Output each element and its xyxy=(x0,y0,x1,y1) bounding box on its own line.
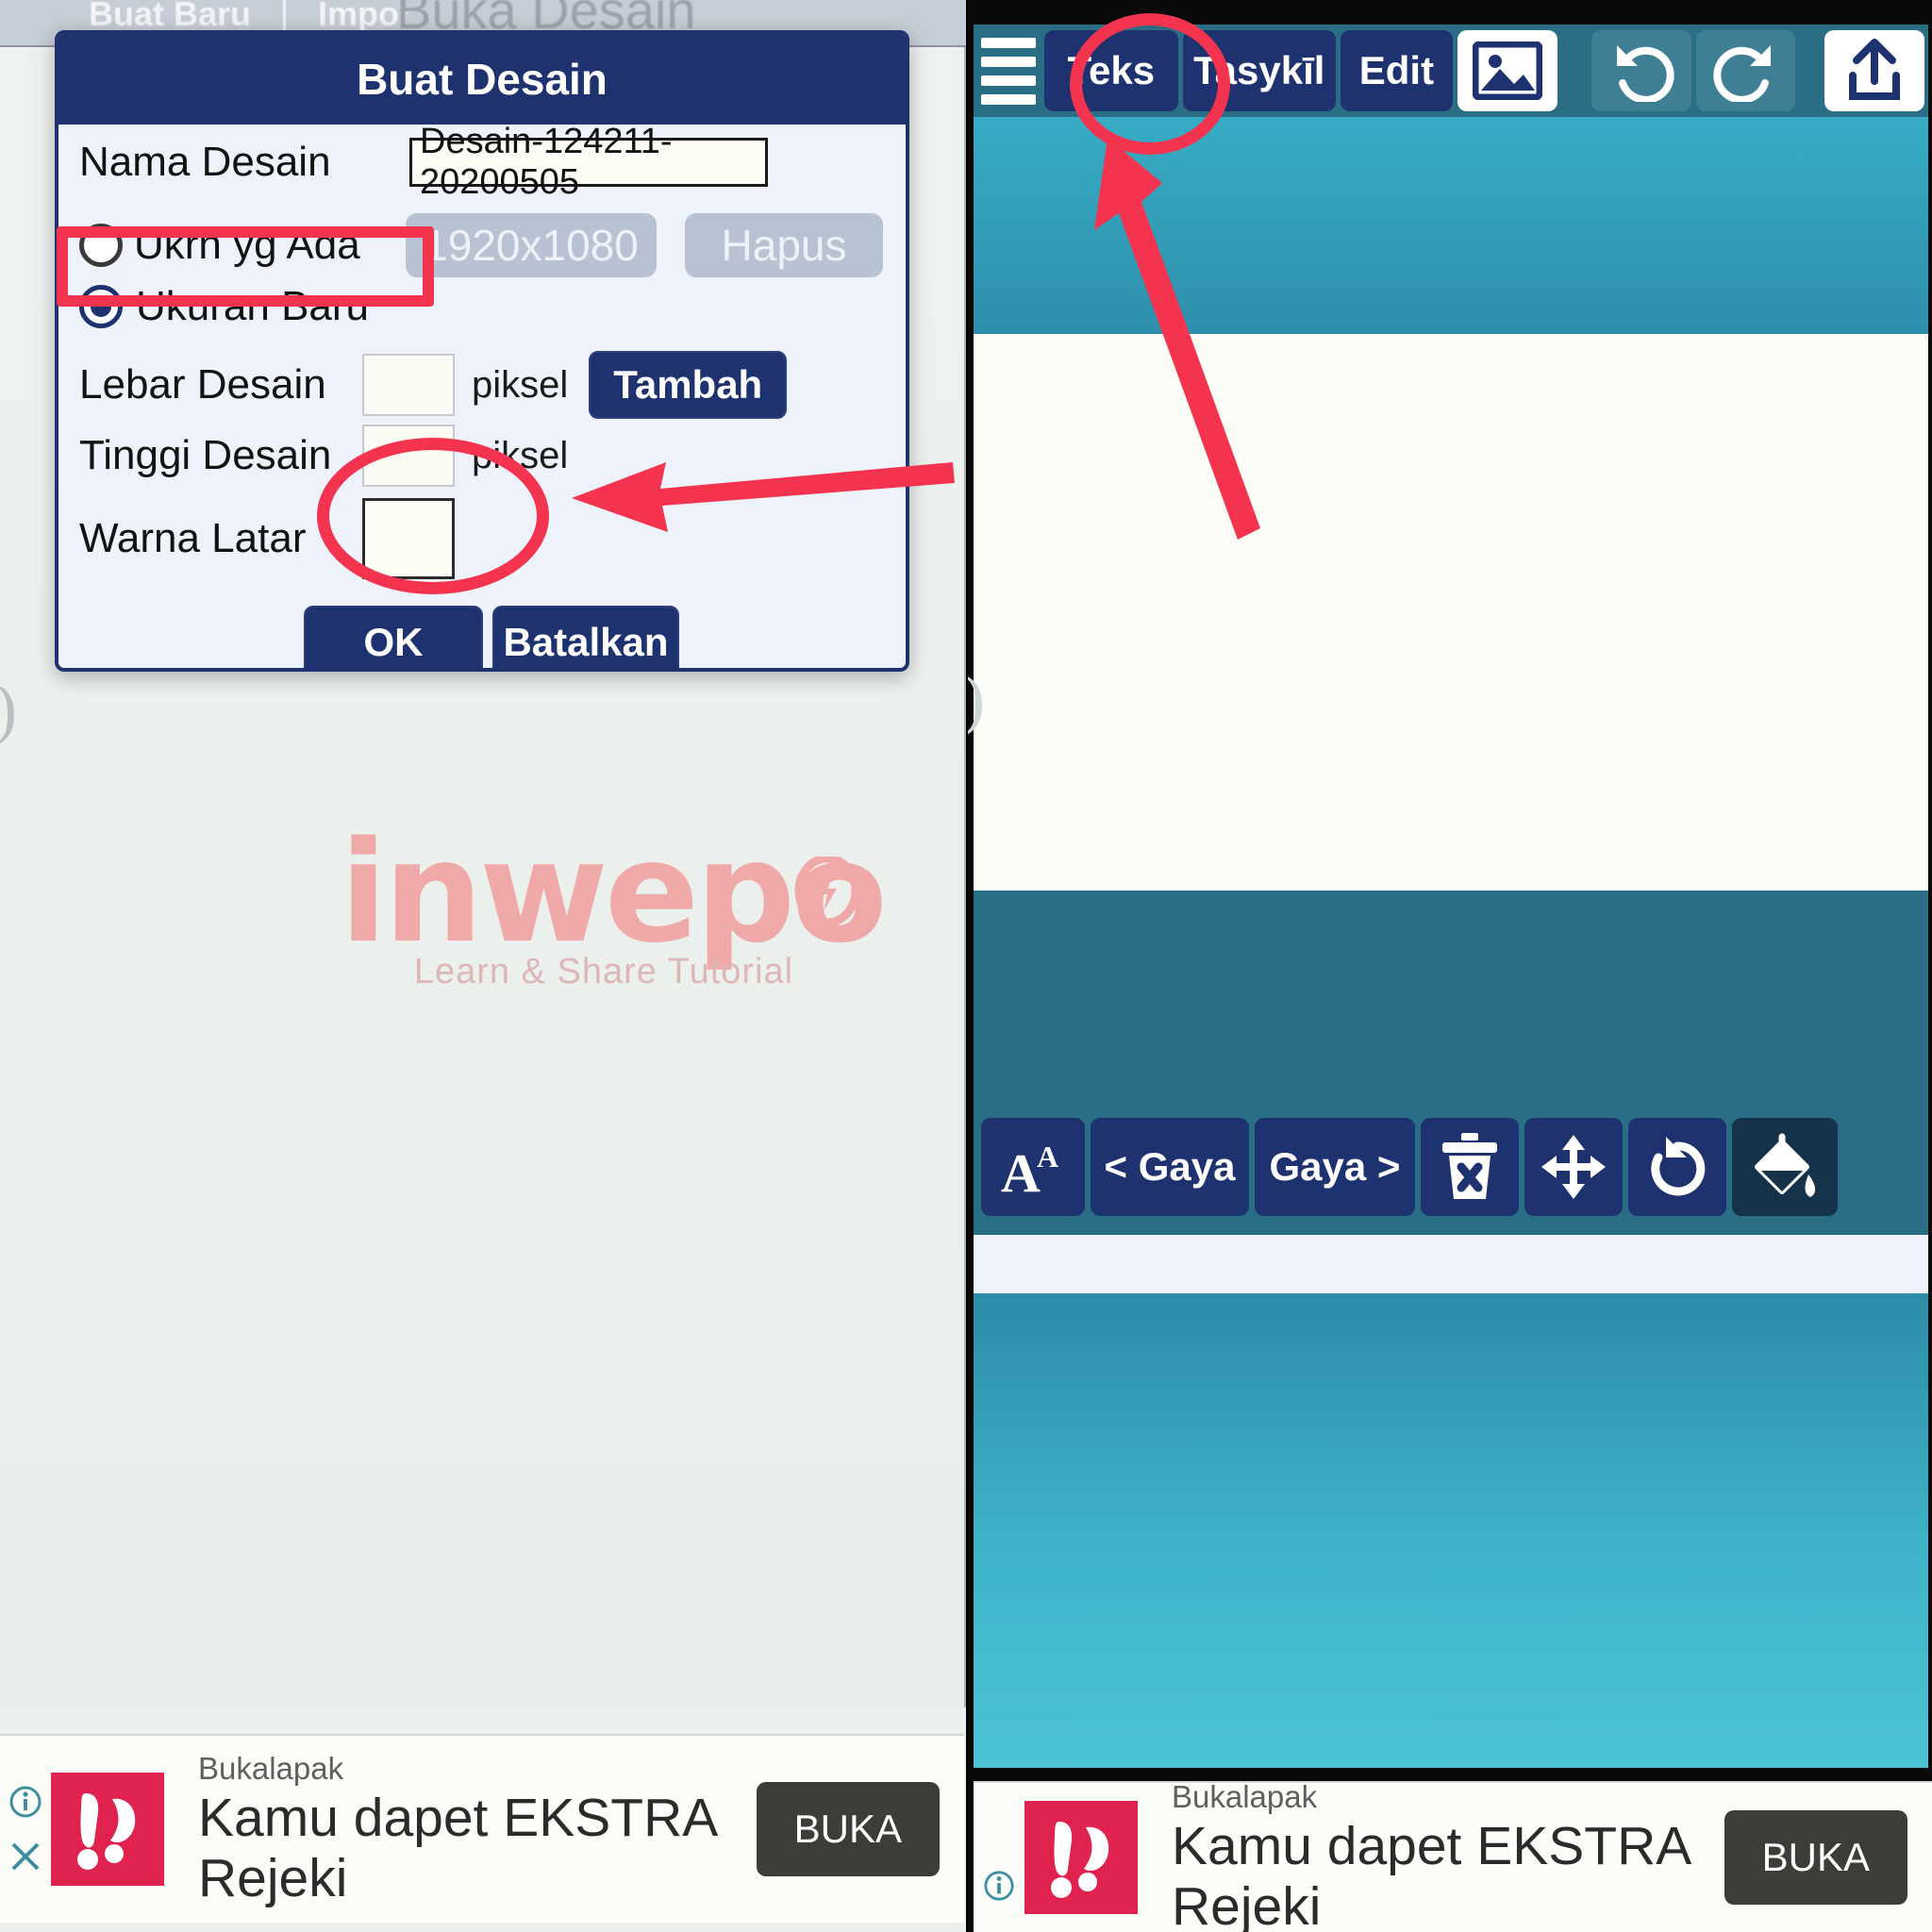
right-ad-banner[interactable]: Bukalapak Kamu dapet EKSTRA Rejeki BUKA xyxy=(974,1779,1932,1932)
row-tinggi-desain: Tinggi Desain piksel xyxy=(79,425,889,487)
radio-ukuran-baru-group[interactable]: Ukuran Baru xyxy=(79,283,369,330)
ad-brand-right: Bukalapak xyxy=(1172,1779,1318,1815)
select-ukuran-tersedia[interactable]: 1920x1080 xyxy=(406,213,657,277)
right-phone-screen: Teks Tasykīl Edit A A < Gaya Gaya > Buka… xyxy=(968,0,1932,1932)
trash-delete-icon[interactable] xyxy=(1421,1118,1519,1216)
label-warna-latar: Warna Latar xyxy=(79,515,307,561)
row-dialog-actions: OK Batalkan xyxy=(304,606,889,668)
ad-info-icon-right[interactable] xyxy=(983,1870,1015,1902)
redo-icon[interactable] xyxy=(1695,30,1796,111)
font-size-icon[interactable]: A A xyxy=(981,1118,1085,1216)
decorative-paren-right: ) xyxy=(968,660,985,739)
canvas-white-area[interactable] xyxy=(974,334,1928,891)
batalkan-button[interactable]: Batalkan xyxy=(492,606,679,668)
ad-info-icon[interactable] xyxy=(8,1785,42,1819)
label-ukrn-yg-ada: Ukrn yg Ada xyxy=(134,222,360,268)
watermark-title: inwepo xyxy=(340,811,888,974)
ad-text-block: Bukalapak Kamu dapet EKSTRA Rejeki xyxy=(198,1751,757,1907)
radio-ukuran-baru[interactable] xyxy=(79,285,123,328)
next-gaya-button[interactable]: Gaya > xyxy=(1255,1118,1415,1216)
row-lebar-desain: Lebar Desain piksel Tambah xyxy=(79,351,889,419)
row-ukuran-baru: Ukuran Baru xyxy=(79,283,889,330)
label-nama-desain: Nama Desain xyxy=(79,139,331,185)
label-tinggi-desain: Tinggi Desain xyxy=(79,432,332,478)
dialog-title: Buat Desain xyxy=(357,55,608,104)
screenshot-root: Buat Baru Impor Buka Desain ) inwepo Lea… xyxy=(0,0,1932,1932)
input-nama-desain[interactable]: Desain-124211-20200505 xyxy=(409,122,768,202)
svg-text:A: A xyxy=(1001,1142,1041,1201)
bukalapak-logo-icon-right xyxy=(1024,1801,1138,1914)
canvas-strip-white xyxy=(974,1235,1928,1293)
decorative-paren-left: ) xyxy=(0,670,17,748)
row-nama-desain: Nama Desain Desain-124211-20200505 xyxy=(79,122,889,202)
color-swatch-warna-latar[interactable] xyxy=(362,498,455,579)
canvas-gradient-bottom[interactable] xyxy=(974,1293,1928,1768)
right-edit-toolbar: A A < Gaya Gaya > xyxy=(981,1118,1838,1216)
canvas-gradient-top[interactable] xyxy=(974,117,1928,334)
watermark-subtitle: Learn & Share Tutorial xyxy=(413,952,794,992)
image-icon[interactable] xyxy=(1457,30,1557,111)
ad-text-block-right: Bukalapak Kamu dapet EKSTRA Rejeki xyxy=(1172,1779,1724,1932)
left-phone-screen: Buat Baru Impor Buka Desain ) inwepo Lea… xyxy=(0,0,966,1932)
left-tab-strip: Buat Baru Impor xyxy=(57,0,444,34)
label-lebar-desain: Lebar Desain xyxy=(79,361,326,408)
row-ukrn-yg-ada: Ukrn yg Ada 1920x1080 Hapus xyxy=(79,213,889,277)
tab-buat-baru[interactable]: Buat Baru xyxy=(57,0,283,34)
right-top-toolbar: Teks Tasykīl Edit xyxy=(974,25,1928,117)
input-lebar-desain[interactable] xyxy=(362,354,455,416)
lightbulb-icon xyxy=(794,857,860,940)
teks-button[interactable]: Teks xyxy=(1044,30,1178,111)
ad-title-line2: Rejeki xyxy=(198,1848,348,1908)
tambah-button[interactable]: Tambah xyxy=(589,351,788,419)
paint-bucket-icon[interactable] xyxy=(1732,1118,1838,1216)
ad-buka-button[interactable]: BUKA xyxy=(756,1782,940,1876)
inwepo-watermark: inwepo Learn & Share Tutorial xyxy=(340,811,888,992)
prev-gaya-button[interactable]: < Gaya xyxy=(1091,1118,1249,1216)
ad-buka-button-right[interactable]: BUKA xyxy=(1724,1810,1907,1905)
ad-title-line2-right: Rejeki xyxy=(1172,1876,1322,1932)
ad-close-icon[interactable] xyxy=(8,1840,42,1874)
buat-desain-dialog: Buat Desain Nama Desain Desain-124211-20… xyxy=(55,30,909,672)
svg-text:A: A xyxy=(1037,1140,1058,1174)
ad-side-controls[interactable] xyxy=(0,1736,51,1923)
undo-icon[interactable] xyxy=(1591,30,1691,111)
move-arrows-icon[interactable] xyxy=(1524,1118,1623,1216)
dialog-header: Buat Desain xyxy=(58,34,906,125)
radio-ukrn-yg-ada[interactable] xyxy=(79,224,123,267)
rotate-icon[interactable] xyxy=(1628,1118,1726,1216)
bukalapak-logo-icon xyxy=(51,1773,164,1886)
hamburger-menu-icon[interactable] xyxy=(977,30,1040,111)
row-warna-latar: Warna Latar xyxy=(79,498,889,579)
edit-button[interactable]: Edit xyxy=(1340,30,1453,111)
left-ad-banner[interactable]: Bukalapak Kamu dapet EKSTRA Rejeki BUKA xyxy=(0,1734,964,1923)
hapus-button[interactable]: Hapus xyxy=(685,213,883,277)
tasykil-button[interactable]: Tasykīl xyxy=(1182,30,1336,111)
ad-side-controls-right[interactable] xyxy=(974,1783,1024,1932)
ok-button[interactable]: OK xyxy=(304,606,483,668)
unit-tinggi-piksel: piksel xyxy=(472,434,569,476)
label-ukuran-baru: Ukuran Baru xyxy=(136,283,370,329)
dialog-body: Nama Desain Desain-124211-20200505 Ukrn … xyxy=(58,122,906,668)
share-icon[interactable] xyxy=(1824,30,1924,111)
unit-lebar-piksel: piksel xyxy=(472,363,569,406)
radio-ukrn-yg-ada-group[interactable]: Ukrn yg Ada xyxy=(79,222,381,269)
ad-title-line1-right: Kamu dapet EKSTRA xyxy=(1172,1816,1692,1877)
input-tinggi-desain[interactable] xyxy=(362,425,455,487)
ad-title-line1: Kamu dapet EKSTRA xyxy=(198,1788,719,1849)
ad-brand: Bukalapak xyxy=(198,1751,344,1787)
